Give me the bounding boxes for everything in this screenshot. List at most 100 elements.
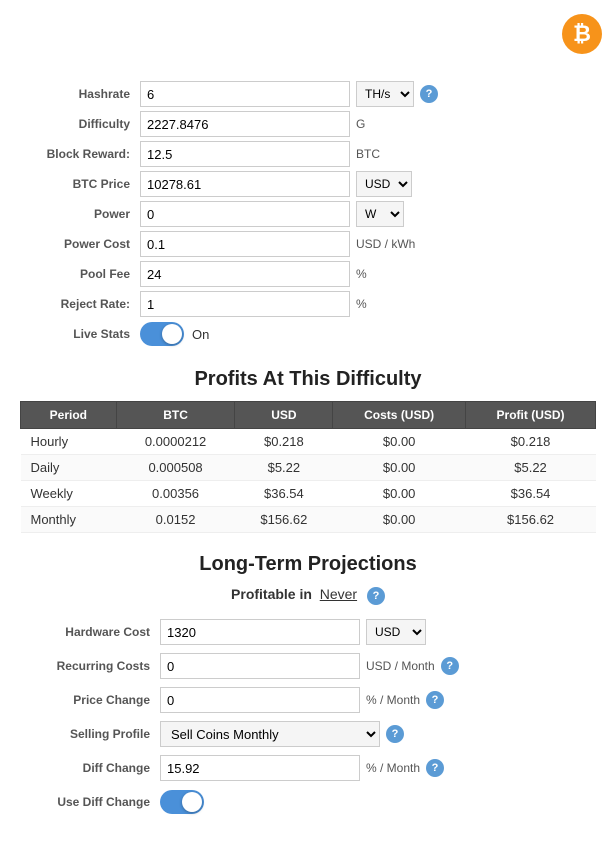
price-change-label: Price Change (20, 693, 160, 707)
live-stats-row: Live Stats On (20, 320, 596, 348)
cell-period: Hourly (21, 429, 117, 455)
difficulty-input[interactable] (140, 111, 350, 137)
diff-change-label: Diff Change (20, 761, 160, 775)
hashrate-row: Hashrate TH/s GH/s MH/s ? (20, 80, 596, 108)
use-diff-change-label: Use Diff Change (20, 795, 160, 809)
col-period: Period (21, 402, 117, 429)
table-row: Monthly 0.0152 $156.62 $0.00 $156.62 (21, 507, 596, 533)
cell-period: Daily (21, 455, 117, 481)
profitable-help-icon[interactable]: ? (367, 587, 385, 605)
reject-rate-unit: % (356, 297, 367, 311)
profits-table: Period BTC USD Costs (USD) Profit (USD) … (20, 401, 596, 533)
profitable-value: Never (320, 586, 357, 602)
cell-costs: $0.00 (333, 455, 466, 481)
cell-usd: $156.62 (235, 507, 333, 533)
reject-rate-input[interactable] (140, 291, 350, 317)
difficulty-row: Difficulty G (20, 110, 596, 138)
cell-btc: 0.000508 (116, 455, 235, 481)
pool-fee-unit: % (356, 267, 367, 281)
cell-profit: $5.22 (466, 455, 596, 481)
profits-section: Profits At This Difficulty Period BTC US… (20, 368, 596, 533)
cell-btc: 0.0152 (116, 507, 235, 533)
selling-profile-select[interactable]: Sell Coins Monthly Hold Coins Sell Coins… (160, 721, 380, 747)
cell-btc: 0.0000212 (116, 429, 235, 455)
diff-change-input[interactable] (160, 755, 360, 781)
live-stats-label: Live Stats (20, 327, 140, 341)
hardware-cost-label: Hardware Cost (20, 625, 160, 639)
col-btc: BTC (116, 402, 235, 429)
cell-btc: 0.00356 (116, 481, 235, 507)
cell-costs: $0.00 (333, 429, 466, 455)
power-cost-unit: USD / kWh (356, 237, 415, 251)
cell-profit: $156.62 (466, 507, 596, 533)
difficulty-label: Difficulty (20, 117, 140, 131)
power-unit-select[interactable]: W kW (356, 201, 404, 227)
hashrate-unit-select[interactable]: TH/s GH/s MH/s (356, 81, 414, 107)
cell-costs: $0.00 (333, 481, 466, 507)
hardware-cost-input[interactable] (160, 619, 360, 645)
price-change-unit: % / Month (366, 693, 420, 707)
block-reward-label: Block Reward: (20, 147, 140, 161)
power-cost-input[interactable] (140, 231, 350, 257)
pool-fee-input[interactable] (140, 261, 350, 287)
hashrate-label: Hashrate (20, 87, 140, 101)
longterm-form: Hardware Cost USD EUR Recurring Costs US… (20, 617, 596, 817)
col-profit: Profit (USD) (466, 402, 596, 429)
calculator-form: Hashrate TH/s GH/s MH/s ? Difficulty G B… (20, 80, 596, 348)
diff-change-row: Diff Change % / Month ? (20, 753, 596, 783)
table-row: Daily 0.000508 $5.22 $0.00 $5.22 (21, 455, 596, 481)
col-costs: Costs (USD) (333, 402, 466, 429)
use-diff-change-toggle[interactable] (160, 790, 204, 814)
recurring-costs-unit: USD / Month (366, 659, 435, 673)
toggle-thumb (162, 324, 182, 344)
longterm-title: Long-Term Projections (20, 553, 596, 576)
btc-price-label: BTC Price (20, 177, 140, 191)
profitable-line: Profitable in Never ? (20, 586, 596, 605)
reject-rate-row: Reject Rate: % (20, 290, 596, 318)
selling-profile-row: Selling Profile Sell Coins Monthly Hold … (20, 719, 596, 749)
price-change-row: Price Change % / Month ? (20, 685, 596, 715)
power-row: Power W kW (20, 200, 596, 228)
profitable-label: Profitable in (231, 586, 312, 602)
block-reward-unit: BTC (356, 147, 380, 161)
cell-usd: $0.218 (235, 429, 333, 455)
diff-toggle-thumb (182, 792, 202, 812)
live-stats-toggle[interactable] (140, 322, 184, 346)
cell-usd: $36.54 (235, 481, 333, 507)
difficulty-unit: G (356, 117, 365, 131)
btc-price-input[interactable] (140, 171, 350, 197)
recurring-costs-row: Recurring Costs USD / Month ? (20, 651, 596, 681)
cell-period: Monthly (21, 507, 117, 533)
cell-costs: $0.00 (333, 507, 466, 533)
price-change-help-icon[interactable]: ? (426, 691, 444, 709)
block-reward-row: Block Reward: BTC (20, 140, 596, 168)
longterm-section: Long-Term Projections Profitable in Neve… (20, 553, 596, 817)
live-stats-toggle-wrap: On (140, 322, 209, 346)
block-reward-input[interactable] (140, 141, 350, 167)
table-row: Weekly 0.00356 $36.54 $0.00 $36.54 (21, 481, 596, 507)
selling-profile-label: Selling Profile (20, 727, 160, 741)
hashrate-help-icon[interactable]: ? (420, 85, 438, 103)
recurring-costs-help-icon[interactable]: ? (441, 657, 459, 675)
cell-profit: $36.54 (466, 481, 596, 507)
col-usd: USD (235, 402, 333, 429)
hardware-cost-unit-select[interactable]: USD EUR (366, 619, 426, 645)
recurring-costs-input[interactable] (160, 653, 360, 679)
hardware-cost-row: Hardware Cost USD EUR (20, 617, 596, 647)
bitcoin-icon: ₿ (562, 14, 602, 54)
price-change-input[interactable] (160, 687, 360, 713)
profits-title: Profits At This Difficulty (20, 368, 596, 391)
use-diff-change-row: Use Diff Change (20, 787, 596, 817)
power-input[interactable] (140, 201, 350, 227)
pool-fee-label: Pool Fee (20, 267, 140, 281)
selling-profile-help-icon[interactable]: ? (386, 725, 404, 743)
btc-price-unit-select[interactable]: USD EUR GBP (356, 171, 412, 197)
hashrate-input[interactable] (140, 81, 350, 107)
reject-rate-label: Reject Rate: (20, 297, 140, 311)
pool-fee-row: Pool Fee % (20, 260, 596, 288)
power-label: Power (20, 207, 140, 221)
table-row: Hourly 0.0000212 $0.218 $0.00 $0.218 (21, 429, 596, 455)
power-cost-label: Power Cost (20, 237, 140, 251)
recurring-costs-label: Recurring Costs (20, 659, 160, 673)
diff-change-help-icon[interactable]: ? (426, 759, 444, 777)
